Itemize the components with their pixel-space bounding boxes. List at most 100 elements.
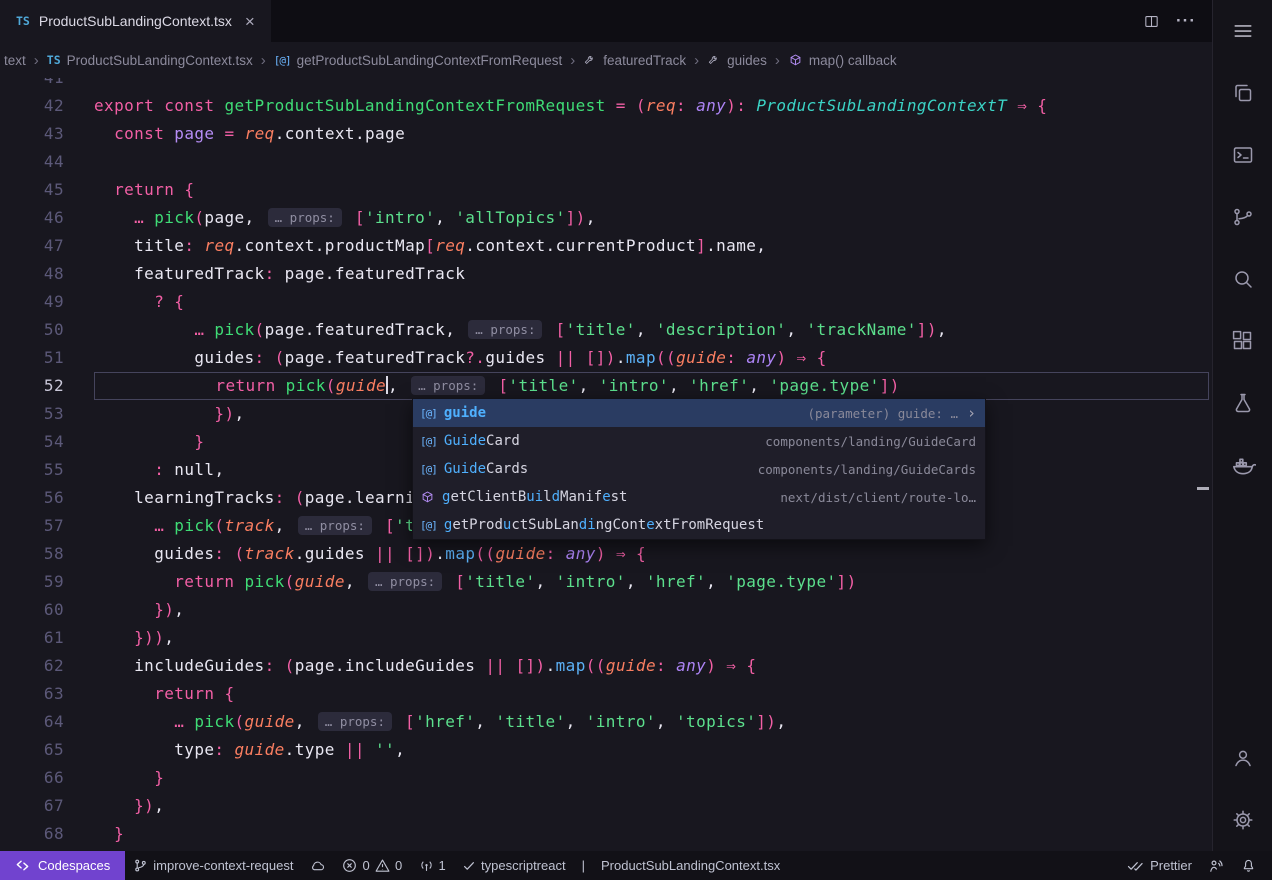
breadcrumb-item[interactable]: [@] getProductSubLandingContextFromReques… xyxy=(274,53,563,68)
line-content: title: req.context.productMap[req.contex… xyxy=(94,232,1212,260)
code-line[interactable]: 64 … pick(guide, … props: ['href', 'titl… xyxy=(0,708,1212,736)
sync-button[interactable] xyxy=(301,851,334,880)
code-line[interactable]: 51 guides: (page.featuredTrack?.guides |… xyxy=(0,344,1212,372)
suggestion-detail: components/landing/GuideCards xyxy=(744,462,976,477)
code-line[interactable]: 66 } xyxy=(0,764,1212,792)
breadcrumb-item[interactable]: featuredTrack xyxy=(583,53,686,68)
formatter-indicator[interactable]: Prettier xyxy=(1118,851,1200,880)
suggestion-item[interactable]: [@]guide(parameter) guide: …› xyxy=(413,399,985,427)
code-line[interactable]: 42export const getProductSubLandingConte… xyxy=(0,92,1212,120)
search-icon xyxy=(1231,267,1255,291)
breadcrumb-separator-icon: › xyxy=(570,52,575,69)
breadcrumb-label: getProductSubLandingContextFromRequest xyxy=(297,53,563,68)
notifications-button[interactable] xyxy=(1233,851,1264,880)
activity-account-button[interactable] xyxy=(1213,727,1272,789)
line-number: 47 xyxy=(0,232,64,260)
line-content: … pick(guide, … props: ['href', 'title',… xyxy=(94,708,1212,736)
suggestion-item[interactable]: getClientBuildManifestnext/dist/client/r… xyxy=(413,483,985,511)
line-number: 69 xyxy=(0,848,64,851)
code-line[interactable]: 67 }), xyxy=(0,792,1212,820)
scrollbar-marker[interactable] xyxy=(1197,487,1209,490)
code-line[interactable]: 61 })), xyxy=(0,624,1212,652)
bell-icon xyxy=(1241,858,1256,873)
breadcrumb-item[interactable]: map() callback xyxy=(788,53,897,68)
activity-docker-button[interactable] xyxy=(1213,434,1272,496)
line-content: includeGuides: (page.includeGuides || []… xyxy=(94,652,1212,680)
code-line[interactable]: 69} xyxy=(0,848,1212,851)
branch-indicator[interactable]: improve-context-request xyxy=(125,851,301,880)
breadcrumb-item[interactable]: TSProductSubLandingContext.tsx xyxy=(47,53,253,68)
terminal-icon xyxy=(1231,143,1255,167)
line-number: 53 xyxy=(0,400,64,428)
cloud-icon xyxy=(309,858,326,873)
language-mode[interactable]: typescriptreact xyxy=(454,851,574,880)
status-bar: Codespaces improve-context-request 0 0 1… xyxy=(0,851,1272,880)
code-line[interactable]: 48 featuredTrack: page.featuredTrack xyxy=(0,260,1212,288)
field-icon: [@] xyxy=(274,54,291,67)
activity-bar xyxy=(1212,0,1272,851)
line-content: })), xyxy=(94,624,1212,652)
activity-extensions-button[interactable] xyxy=(1213,310,1272,372)
code-line[interactable]: 43 const page = req.context.page xyxy=(0,120,1212,148)
suggestion-expand-icon[interactable]: › xyxy=(967,404,976,422)
breadcrumb-separator-icon: › xyxy=(694,52,699,69)
code-line[interactable]: 45 return { xyxy=(0,176,1212,204)
line-content xyxy=(94,148,1212,176)
split-editor-icon[interactable] xyxy=(1143,13,1160,30)
code-line[interactable]: 65 type: guide.type || '', xyxy=(0,736,1212,764)
activity-source-control-button[interactable] xyxy=(1213,186,1272,248)
code-line[interactable]: 41 xyxy=(0,78,1212,92)
code-line[interactable]: 68 } xyxy=(0,820,1212,848)
tab-productsublandingcontext[interactable]: TS ProductSubLandingContext.tsx × xyxy=(0,0,271,42)
broadcast-indicator[interactable]: 1 xyxy=(411,851,455,880)
line-content: const page = req.context.page xyxy=(94,120,1212,148)
status-divider: | xyxy=(574,851,593,880)
code-line[interactable]: 44 xyxy=(0,148,1212,176)
line-content: return pick(guide, … props: ['title', 'i… xyxy=(94,568,1212,596)
code-line[interactable]: 50 … pick(page.featuredTrack, … props: [… xyxy=(0,316,1212,344)
line-content xyxy=(94,78,1212,92)
activity-copy-button[interactable] xyxy=(1213,62,1272,124)
line-number: 48 xyxy=(0,260,64,288)
code-line[interactable]: 59 return pick(guide, … props: ['title',… xyxy=(0,568,1212,596)
activity-search-button[interactable] xyxy=(1213,248,1272,310)
code-editor[interactable]: 4142export const getProductSubLandingCon… xyxy=(0,78,1212,851)
close-tab-icon[interactable]: × xyxy=(245,13,255,30)
activity-terminal-button[interactable] xyxy=(1213,124,1272,186)
codespaces-indicator[interactable]: Codespaces xyxy=(0,851,125,880)
double-check-icon xyxy=(1126,859,1145,873)
problems-indicator[interactable]: 0 0 xyxy=(334,851,410,880)
codespaces-label: Codespaces xyxy=(38,858,110,873)
inlay-hint: … props: xyxy=(298,516,372,535)
suggestion-item[interactable]: [@]GuideCardcomponents/landing/GuideCard xyxy=(413,427,985,455)
breadcrumb-item[interactable]: text xyxy=(4,53,26,68)
code-line[interactable]: 47 title: req.context.productMap[req.con… xyxy=(0,232,1212,260)
inlay-hint: … props: xyxy=(368,572,442,591)
code-line[interactable]: 62 includeGuides: (page.includeGuides ||… xyxy=(0,652,1212,680)
broadcast-icon xyxy=(419,858,434,873)
code-line[interactable]: 49 ? { xyxy=(0,288,1212,316)
activity-settings-button[interactable] xyxy=(1213,789,1272,851)
suggestion-item[interactable]: [@]GuideCardscomponents/landing/GuideCar… xyxy=(413,455,985,483)
suggestion-item[interactable]: [@]getProductSubLandingContextFromReques… xyxy=(413,511,985,539)
active-file-indicator[interactable]: ProductSubLandingContext.tsx xyxy=(593,851,788,880)
line-number: 59 xyxy=(0,568,64,596)
live-share-button[interactable] xyxy=(1200,851,1233,880)
line-number: 43 xyxy=(0,120,64,148)
code-line[interactable]: 52 return pick(guide, … props: ['title',… xyxy=(0,372,1212,400)
code-line[interactable]: 58 guides: (track.guides || []).map((gui… xyxy=(0,540,1212,568)
code-line[interactable]: 60 }), xyxy=(0,596,1212,624)
more-actions-icon[interactable]: ··· xyxy=(1176,11,1196,31)
line-content: featuredTrack: page.featuredTrack xyxy=(94,260,1212,288)
breadcrumb-item[interactable]: guides xyxy=(707,53,767,68)
remote-icon xyxy=(15,858,30,873)
activity-menu-button[interactable] xyxy=(1213,0,1272,62)
activity-beaker-button[interactable] xyxy=(1213,372,1272,434)
settings-icon xyxy=(1231,808,1255,832)
line-number: 42 xyxy=(0,92,64,120)
tab-title: ProductSubLandingContext.tsx xyxy=(39,13,232,29)
error-count: 0 xyxy=(362,858,370,873)
line-content: … pick(page.featuredTrack, … props: ['ti… xyxy=(94,316,1212,344)
code-line[interactable]: 46 … pick(page, … props: ['intro', 'allT… xyxy=(0,204,1212,232)
code-line[interactable]: 63 return { xyxy=(0,680,1212,708)
